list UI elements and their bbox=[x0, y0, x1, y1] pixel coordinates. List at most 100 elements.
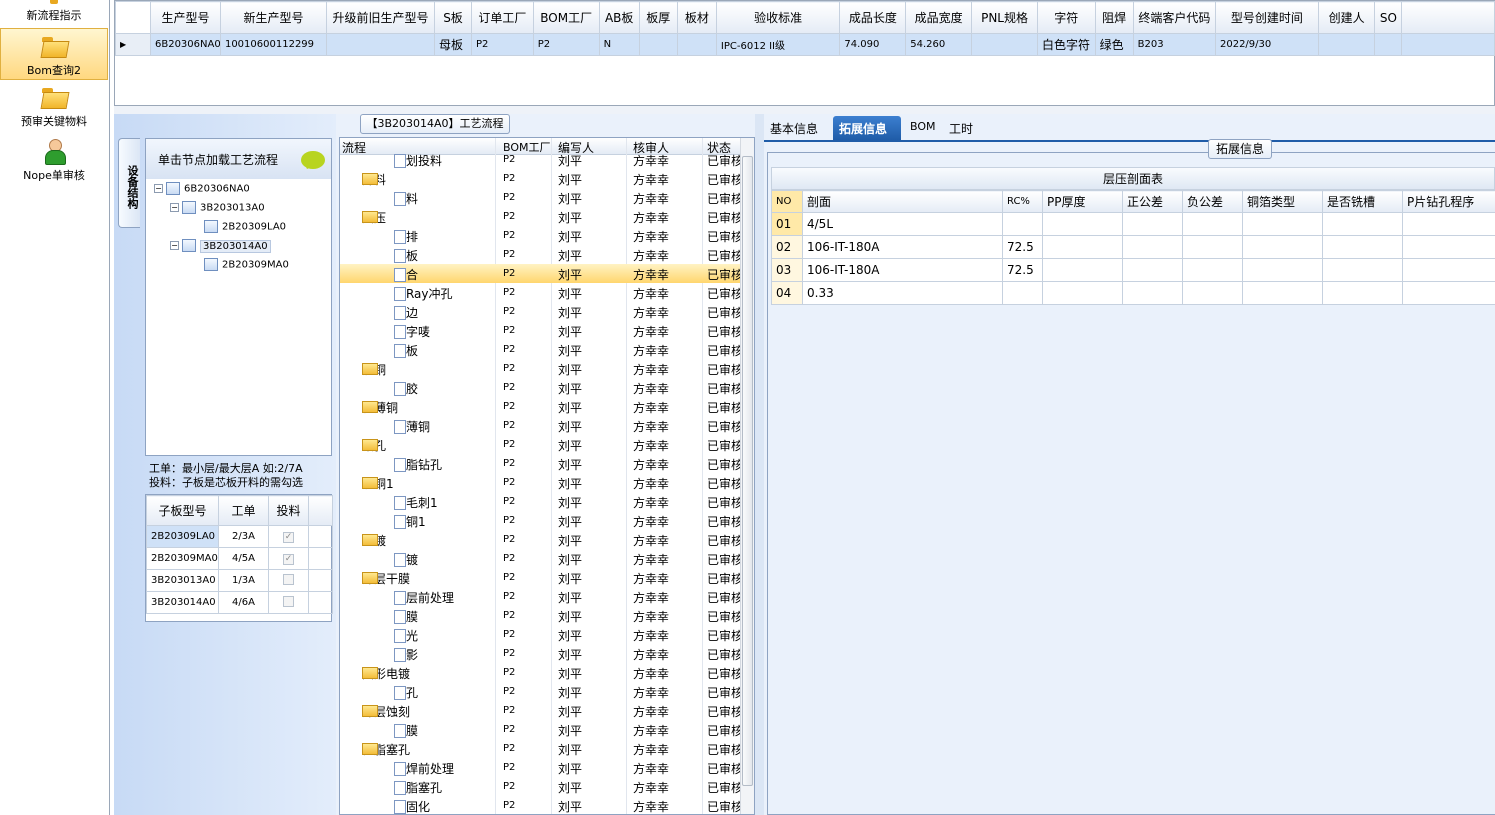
status-cell[interactable]: 已审核 bbox=[707, 627, 743, 644]
col-header[interactable]: 字符 bbox=[1036, 1, 1096, 34]
col-header[interactable]: PNL规格 bbox=[971, 1, 1038, 34]
col-header[interactable]: 板厚 bbox=[638, 1, 678, 34]
writer-cell[interactable]: 刘平 bbox=[558, 190, 582, 207]
bom-factory-cell[interactable]: P2 bbox=[503, 458, 515, 469]
writer-cell[interactable]: 刘平 bbox=[558, 665, 582, 682]
col-header[interactable]: S板 bbox=[433, 1, 473, 34]
cell[interactable] bbox=[1002, 281, 1043, 305]
reviewer-cell[interactable]: 方幸幸 bbox=[633, 342, 669, 359]
reviewer-cell[interactable]: 方幸幸 bbox=[633, 304, 669, 321]
cell[interactable]: 54.260 bbox=[905, 33, 973, 56]
tree-node[interactable]: −3B203013A0 bbox=[170, 201, 265, 214]
checkbox[interactable]: ✓ bbox=[283, 531, 294, 543]
status-cell[interactable]: 已审核 bbox=[707, 285, 743, 302]
tab-bom[interactable]: BOM bbox=[904, 116, 942, 140]
writer-cell[interactable]: 刘平 bbox=[558, 342, 582, 359]
writer-cell[interactable]: 刘平 bbox=[558, 608, 582, 625]
reviewer-cell[interactable]: 方幸幸 bbox=[633, 532, 669, 549]
checkbox[interactable] bbox=[283, 595, 294, 607]
reviewer-cell[interactable]: 方幸幸 bbox=[633, 589, 669, 606]
writer-cell[interactable]: 刘平 bbox=[558, 152, 582, 169]
bom-factory-cell[interactable]: P2 bbox=[503, 154, 515, 165]
bom-factory-cell[interactable]: P2 bbox=[503, 420, 515, 431]
reviewer-cell[interactable]: 方幸幸 bbox=[633, 418, 669, 435]
reviewer-cell[interactable]: 方幸幸 bbox=[633, 551, 669, 568]
cell[interactable]: 02 bbox=[771, 235, 803, 259]
col-header[interactable]: 新生产型号 bbox=[219, 1, 327, 34]
col-header[interactable]: 型号创建时间 bbox=[1214, 1, 1319, 34]
reviewer-cell[interactable]: 方幸幸 bbox=[633, 684, 669, 701]
bom-factory-cell[interactable]: P2 bbox=[503, 477, 515, 488]
cell[interactable]: 母板 bbox=[433, 33, 473, 56]
process-row[interactable]: 计划投料 P2 刘平 方幸幸 已审核 bbox=[340, 150, 743, 169]
process-row[interactable]: 树脂钻孔 P2 刘平 方幸幸 已审核 bbox=[340, 454, 743, 473]
table-row[interactable]: 2B20309MA0 4/5A ✓ bbox=[146, 547, 333, 570]
col-header[interactable]: 订单工厂 bbox=[471, 1, 534, 34]
cell[interactable] bbox=[676, 33, 717, 56]
collapse-icon[interactable]: − bbox=[170, 241, 179, 250]
cell[interactable] bbox=[1042, 258, 1123, 282]
nav-item-nope-review[interactable]: Nope单审核 bbox=[0, 138, 108, 188]
reviewer-cell[interactable]: 方幸幸 bbox=[633, 608, 669, 625]
reviewer-cell[interactable]: 方幸幸 bbox=[633, 171, 669, 188]
col-header[interactable]: 投料 bbox=[268, 495, 309, 526]
cell[interactable] bbox=[1042, 235, 1123, 259]
status-cell[interactable]: 已审核 bbox=[707, 152, 743, 169]
cell[interactable] bbox=[1122, 235, 1183, 259]
status-cell[interactable]: 已审核 bbox=[707, 703, 743, 720]
status-cell[interactable]: 已审核 bbox=[707, 779, 743, 796]
status-cell[interactable]: 已审核 bbox=[707, 760, 743, 777]
status-cell[interactable]: 已审核 bbox=[707, 399, 743, 416]
process-row[interactable]: 树脂塞孔 P2 刘平 方幸幸 已审核 bbox=[340, 777, 743, 796]
writer-cell[interactable]: 刘平 bbox=[558, 380, 582, 397]
col-header[interactable]: 负公差 bbox=[1182, 190, 1243, 213]
status-cell[interactable]: 已审核 bbox=[707, 437, 743, 454]
writer-cell[interactable]: 刘平 bbox=[558, 532, 582, 549]
process-row[interactable]: 显影 P2 刘平 方幸幸 已审核 bbox=[340, 644, 743, 663]
bom-factory-cell[interactable]: P2 bbox=[503, 629, 515, 640]
reviewer-cell[interactable]: 方幸幸 bbox=[633, 741, 669, 758]
status-cell[interactable]: 已审核 bbox=[707, 209, 743, 226]
cell[interactable] bbox=[1042, 212, 1123, 236]
status-cell[interactable]: 已审核 bbox=[707, 589, 743, 606]
bom-factory-cell[interactable]: P2 bbox=[503, 344, 515, 355]
status-cell[interactable]: 已审核 bbox=[707, 551, 743, 568]
reviewer-cell[interactable]: 方幸幸 bbox=[633, 456, 669, 473]
cell[interactable]: 绿色 bbox=[1094, 33, 1134, 56]
writer-cell[interactable]: 刘平 bbox=[558, 798, 582, 814]
nav-item-new-flow[interactable]: 新流程指示 bbox=[0, 0, 108, 24]
col-header[interactable]: 剖面 bbox=[802, 190, 1003, 213]
status-cell[interactable]: 已审核 bbox=[707, 266, 743, 283]
bom-factory-cell[interactable]: P2 bbox=[503, 667, 515, 678]
cell[interactable] bbox=[1122, 281, 1183, 305]
cell[interactable] bbox=[1242, 258, 1323, 282]
cell[interactable]: 03 bbox=[771, 258, 803, 282]
tree-node[interactable]: −6B20306NA0 bbox=[154, 182, 250, 195]
process-row[interactable]: X-Ray冲孔 P2 刘平 方幸幸 已审核 bbox=[340, 283, 743, 302]
process-row[interactable]: 板镀 P2 刘平 方幸幸 已审核 bbox=[340, 549, 743, 568]
writer-cell[interactable]: 刘平 bbox=[558, 304, 582, 321]
cell[interactable] bbox=[1042, 281, 1123, 305]
bom-factory-cell[interactable]: P2 bbox=[503, 781, 515, 792]
process-row[interactable]: 减薄铜 P2 刘平 方幸幸 已审核 bbox=[340, 416, 743, 435]
collapse-icon[interactable]: − bbox=[154, 184, 163, 193]
reviewer-cell[interactable]: 方幸幸 bbox=[633, 760, 669, 777]
bom-factory-cell[interactable]: P2 bbox=[503, 553, 515, 564]
reviewer-cell[interactable]: 方幸幸 bbox=[633, 209, 669, 226]
cell[interactable] bbox=[1182, 258, 1243, 282]
scrollbar-thumb[interactable] bbox=[742, 156, 753, 786]
reviewer-cell[interactable]: 方幸幸 bbox=[633, 190, 669, 207]
cell[interactable] bbox=[1122, 212, 1183, 236]
cell[interactable]: 白色字符 bbox=[1036, 33, 1096, 56]
process-row[interactable]: 退膜 P2 刘平 方幸幸 已审核 bbox=[340, 720, 743, 739]
bom-factory-cell[interactable]: P2 bbox=[503, 287, 515, 298]
writer-cell[interactable]: 刘平 bbox=[558, 209, 582, 226]
reviewer-cell[interactable]: 方幸幸 bbox=[633, 722, 669, 739]
cell[interactable] bbox=[1182, 212, 1243, 236]
writer-cell[interactable]: 刘平 bbox=[558, 570, 582, 587]
status-cell[interactable]: 已审核 bbox=[707, 171, 743, 188]
reviewer-cell[interactable]: 方幸幸 bbox=[633, 570, 669, 587]
status-cell[interactable]: 已审核 bbox=[707, 323, 743, 340]
cell[interactable] bbox=[971, 33, 1038, 56]
reviewer-cell[interactable]: 方幸幸 bbox=[633, 646, 669, 663]
